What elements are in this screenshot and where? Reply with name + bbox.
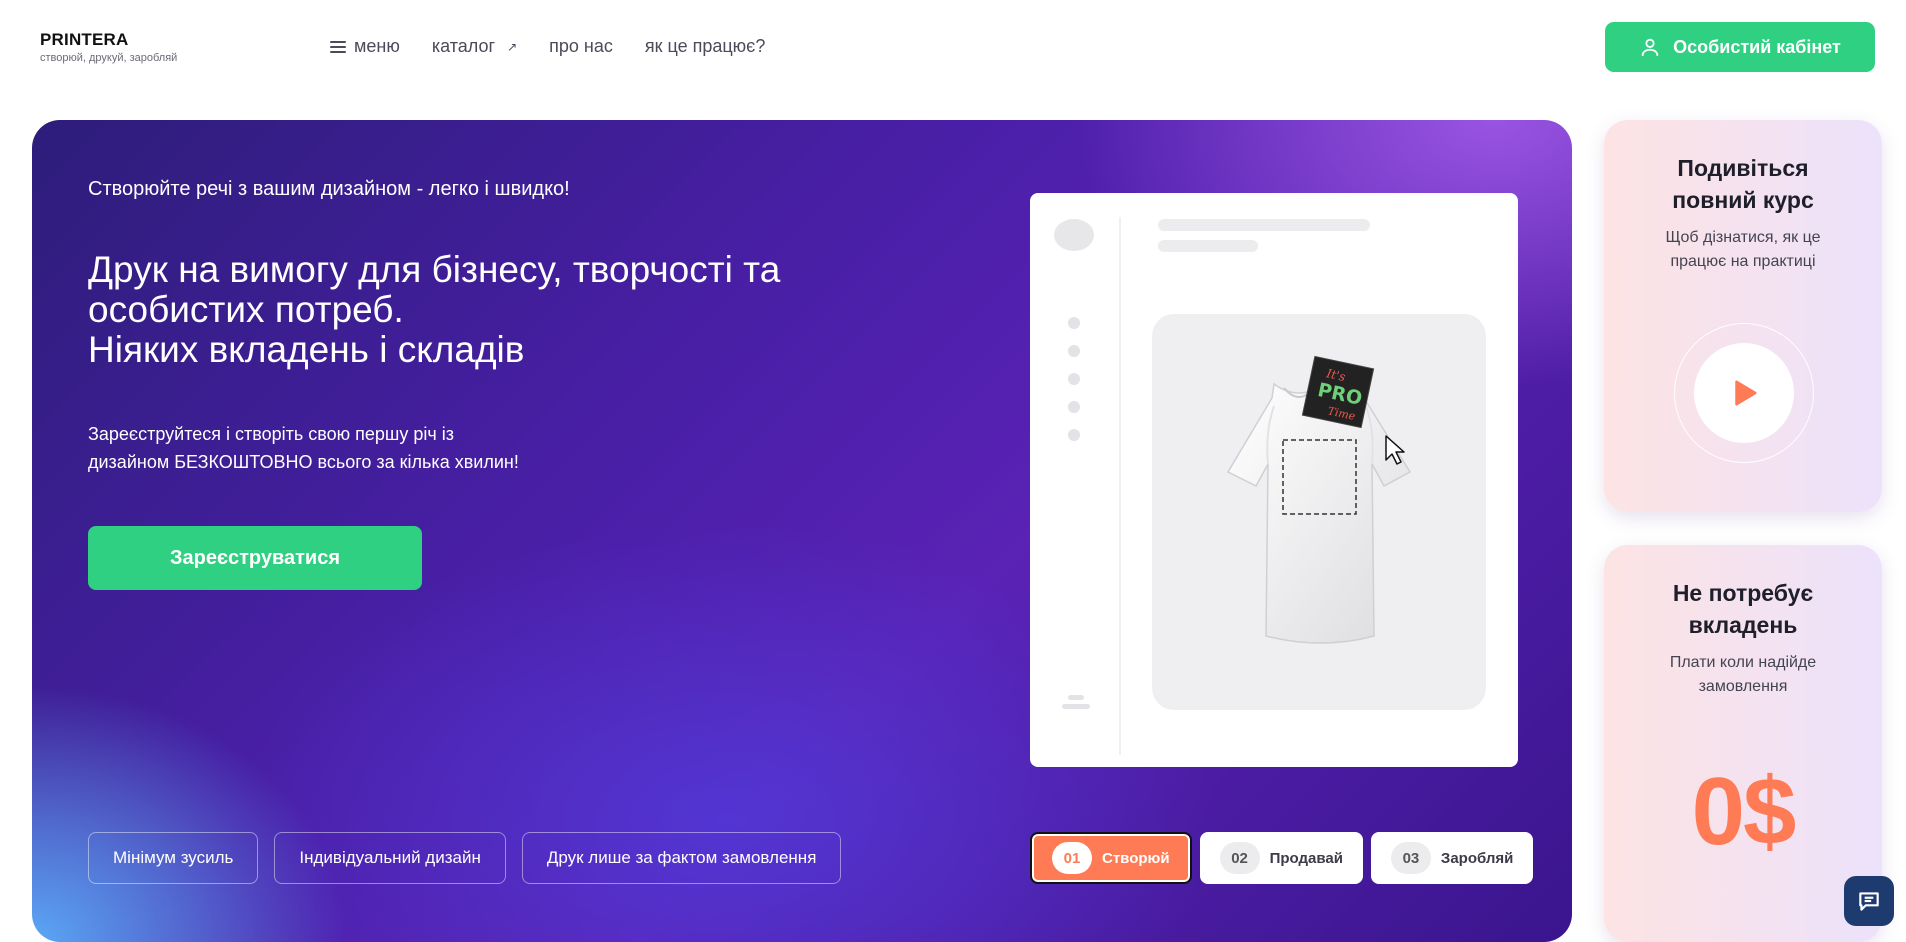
steps-tabs: 01 Створюй 02 Продавай 03 Заробляй: [1030, 832, 1534, 884]
brand-name: PRINTERA: [40, 30, 129, 49]
product-canvas: It's PRO Time: [1152, 314, 1486, 710]
course-card-title: Подивіться повний курс: [1672, 155, 1814, 213]
mock-dot: [1068, 317, 1080, 329]
nav-item-catalog[interactable]: каталог ↗: [432, 36, 517, 57]
brand-logo[interactable]: PRINTERA створюй, друкуй, заробляй: [40, 30, 177, 64]
play-icon: [1735, 380, 1757, 406]
arrow-up-right-icon: ↗: [507, 39, 518, 54]
mock-handle: [1068, 695, 1084, 700]
account-button[interactable]: Особистий кабінет: [1605, 22, 1875, 72]
chat-icon: [1859, 892, 1879, 911]
hero-subtitle-line: Зареєструйтеся і створіть свою першу річ…: [88, 424, 454, 444]
hero-subtitle-line: дизайном БЕЗКОШТОВНО всього за кілька хв…: [88, 452, 519, 472]
chat-widget-button[interactable]: [1844, 876, 1894, 926]
hero-title: Друк на вимогу для бізнесу, творчості та…: [88, 250, 888, 370]
hero-kicker: Створюйте речі з вашим дизайном - легко …: [88, 178, 570, 200]
step-number: 03: [1390, 842, 1431, 874]
account-button-label: Особистий кабінет: [1673, 36, 1841, 57]
course-card-text: Щоб дізнатися, як це працює на практиці: [1665, 229, 1821, 270]
tshirt-image: It's PRO Time: [1226, 355, 1412, 644]
step-label: Продавай: [1269, 849, 1343, 867]
nav-item-label: про нас: [549, 36, 613, 56]
invest-card-title: Не потребує вкладень: [1672, 580, 1814, 638]
mock-avatar: [1054, 219, 1094, 251]
step-number: 01: [1052, 842, 1092, 874]
mock-dot: [1068, 345, 1080, 357]
mock-dot: [1068, 401, 1080, 413]
step-number: 02: [1219, 842, 1260, 874]
feature-chip: Індивідуальний дизайн: [274, 832, 506, 884]
mock-text-line: [1158, 240, 1258, 252]
step-earn[interactable]: 03 Заробляй: [1370, 832, 1534, 884]
nav-item-about[interactable]: про нас: [549, 36, 613, 57]
play-ring: [1674, 323, 1814, 463]
mock-dot: [1068, 429, 1080, 441]
play-button[interactable]: [1694, 343, 1794, 443]
course-card: Подивіться повний курс Щоб дізнатися, як…: [1604, 120, 1882, 512]
step-label: Створюй: [1102, 849, 1170, 867]
invest-card-text: Плати коли надійде замовлення: [1669, 654, 1817, 695]
hamburger-icon: [330, 40, 346, 53]
site-header: PRINTERA створюй, друкуй, заробляй меню …: [0, 0, 1906, 96]
nav-item-how-it-works[interactable]: як це працює?: [645, 36, 766, 57]
nav-item-label: каталог: [431, 36, 496, 56]
mock-text-line: [1158, 219, 1370, 231]
feature-chips: Мінімум зусиль Індивідуальний дизайн Дру…: [88, 832, 842, 884]
hero-title-line: Ніяких вкладень і складів: [88, 329, 525, 370]
step-sell[interactable]: 02 Продавай: [1199, 832, 1363, 884]
brand-tagline: створюй, друкуй, заробляй: [40, 52, 178, 64]
register-button[interactable]: Зареєструватися: [88, 526, 422, 590]
main-nav: меню каталог ↗ про нас як це працює?: [330, 36, 765, 57]
hero-title-line: Друк на вимогу для бізнесу, творчості та: [88, 249, 781, 290]
step-label: Заробляй: [1440, 849, 1514, 867]
editor-mockup: It's PRO Time: [1030, 193, 1518, 767]
price-value: 0$: [1691, 758, 1797, 865]
feature-chip: Друк лише за фактом замовлення: [521, 832, 842, 884]
mock-handle: [1062, 704, 1090, 709]
nav-menu[interactable]: меню: [330, 36, 400, 57]
user-icon: [1641, 38, 1659, 57]
hero-banner: Створюйте речі з вашим дизайном - легко …: [32, 120, 1572, 942]
hero-subtitle: Зареєструйтеся і створіть свою першу річ…: [88, 420, 608, 476]
nav-menu-label: меню: [354, 36, 400, 56]
hero-title-line: особистих потреб.: [88, 289, 404, 330]
nav-item-label: як це працює?: [644, 36, 766, 56]
step-create[interactable]: 01 Створюй: [1030, 832, 1192, 884]
no-investment-card: Не потребує вкладень Плати коли надійде …: [1604, 545, 1882, 942]
feature-chip: Мінімум зусиль: [88, 832, 259, 884]
mock-divider: [1119, 217, 1121, 755]
mock-dot: [1068, 373, 1080, 385]
